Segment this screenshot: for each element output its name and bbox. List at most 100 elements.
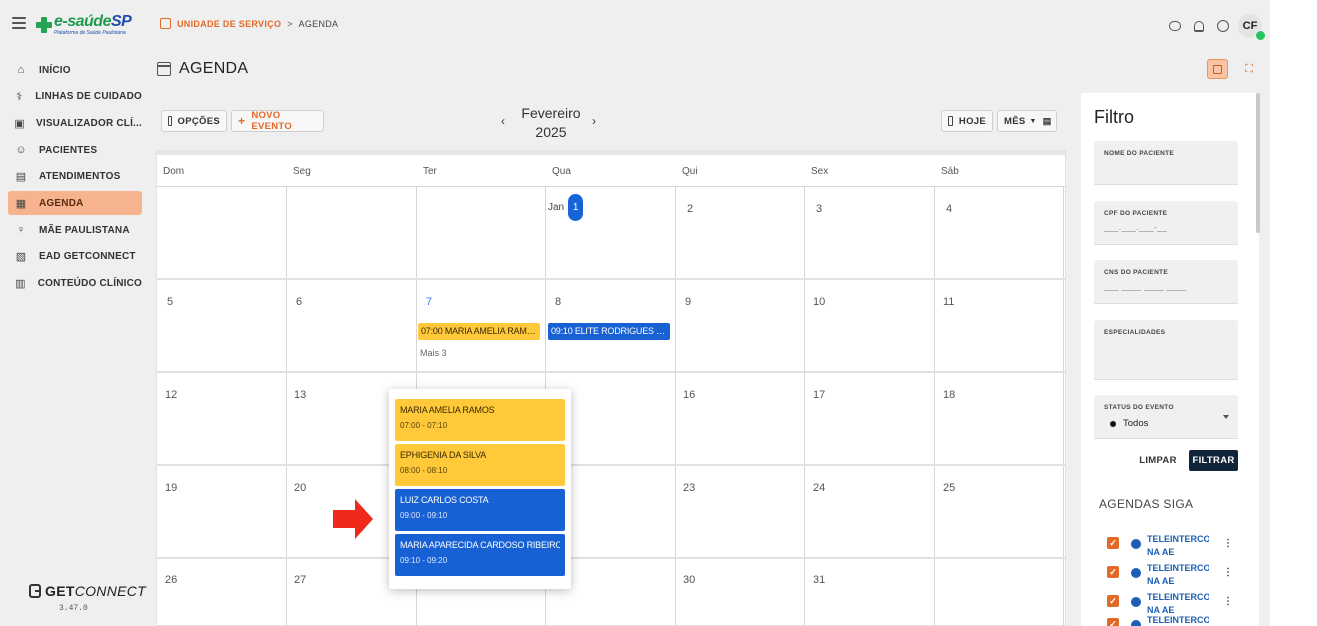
- sidebar-item-visualizador-clinico[interactable]: ▣ VISUALIZADOR CLÍ...: [8, 111, 142, 135]
- day-number[interactable]: 16: [683, 389, 695, 401]
- menu-icon[interactable]: [12, 17, 26, 31]
- today-button[interactable]: HOJE: [941, 110, 993, 132]
- checkbox-checked-icon[interactable]: ✓: [1107, 618, 1119, 626]
- education-icon: ▧: [15, 251, 27, 264]
- patients-icon: ☺: [15, 144, 27, 157]
- day-number[interactable]: 3: [816, 203, 822, 215]
- popup-event[interactable]: MARIA APARECIDA CARDOSO RIBEIRO 09:10 - …: [395, 534, 565, 576]
- day-number[interactable]: 12: [165, 389, 177, 401]
- today-marker[interactable]: Jan 1: [548, 194, 584, 221]
- agenda-item[interactable]: ✓ TELEINTERCO NA AE ⋮: [1107, 562, 1237, 590]
- day-number[interactable]: 20: [294, 482, 306, 494]
- chevron-left-icon[interactable]: ‹: [501, 114, 505, 128]
- day-number[interactable]: 27: [294, 574, 306, 586]
- more-vert-icon[interactable]: ⋮: [1223, 538, 1233, 549]
- sidebar-nav: ⌂ INÍCIO ⚕ LINHAS DE CUIDADO ▣ VISUALIZADOR…: [8, 58, 142, 298]
- specialties-field[interactable]: ESPECIALIDADES: [1094, 320, 1238, 380]
- breadcrumb-separator: >: [287, 18, 293, 29]
- day-number[interactable]: 24: [813, 482, 825, 494]
- patient-cns-field[interactable]: CNS DO PACIENTE ___ ____ ____ ____: [1094, 260, 1238, 304]
- weekday-label: Sáb: [941, 166, 959, 177]
- status-dot-icon: [1110, 420, 1116, 427]
- checkbox-checked-icon[interactable]: ✓: [1107, 537, 1119, 549]
- more-events-popup: MARIA AMELIA RAMOS 07:00 - 07:10 EPHIGEN…: [389, 389, 571, 589]
- day-number[interactable]: 23: [683, 482, 695, 494]
- day-number[interactable]: 31: [813, 574, 825, 586]
- more-events-link[interactable]: Mais 3: [420, 348, 447, 358]
- plus-icon: +: [238, 114, 246, 128]
- patient-cpf-field[interactable]: CPF DO PACIENTE ___.___.___-__: [1094, 201, 1238, 245]
- breadcrumb-current: AGENDA: [298, 18, 339, 29]
- day-number[interactable]: 18: [943, 389, 955, 401]
- checkbox-checked-icon[interactable]: ✓: [1107, 595, 1119, 607]
- weekday-label: Dom: [163, 166, 185, 177]
- day-number[interactable]: 2: [687, 203, 693, 215]
- day-number[interactable]: 25: [943, 482, 955, 494]
- expand-icon[interactable]: ⛶: [1242, 62, 1256, 76]
- bell-icon[interactable]: [1190, 17, 1208, 35]
- logo[interactable]: e-saúdeSP Plataforma de Saúde Paulistana: [36, 13, 136, 37]
- day-number[interactable]: 6: [296, 296, 302, 308]
- day-number[interactable]: 8: [555, 296, 561, 308]
- event-time: 07:00 - 07:10: [400, 421, 448, 430]
- mother-icon: ♀: [16, 224, 26, 237]
- today-day-number: 1: [568, 194, 584, 221]
- filter-button[interactable]: FILTRAR: [1189, 450, 1238, 471]
- clinical-content-icon: ▥: [15, 278, 26, 290]
- sidebar-item-inicio[interactable]: ⌂ INÍCIO: [8, 58, 142, 82]
- more-vert-icon[interactable]: ⋮: [1223, 567, 1233, 578]
- day-number[interactable]: 10: [813, 296, 825, 308]
- event-time: 08:00 - 08:10: [400, 466, 448, 475]
- day-number[interactable]: 13: [294, 389, 306, 401]
- sidebar-item-label: CONTEÚDO CLÍNICO: [37, 278, 142, 289]
- day-number[interactable]: 9: [685, 296, 691, 308]
- more-vert-icon[interactable]: ⋮: [1223, 596, 1233, 607]
- logo-cross-icon: [36, 17, 52, 33]
- popup-event[interactable]: EPHIGENIA DA SILVA 08:00 - 08:10: [395, 444, 565, 486]
- day-number[interactable]: 19: [165, 482, 177, 494]
- clear-button[interactable]: LIMPAR: [1137, 450, 1179, 470]
- sidebar-item-pacientes[interactable]: ☺ PACIENTES: [8, 138, 142, 162]
- filter-scrollbar[interactable]: [1256, 93, 1260, 233]
- brand-text: GETCONNECT: [45, 583, 147, 599]
- day-number[interactable]: 11: [943, 296, 954, 308]
- agenda-item[interactable]: ✓ TELEINTERCO: [1107, 614, 1237, 626]
- logo-subtitle: Plataforma de Saúde Paulistana: [54, 30, 126, 36]
- avatar[interactable]: CF: [1238, 14, 1266, 41]
- calendar-event[interactable]: 09:10 ELITE RODRIGUES DOS S...: [548, 323, 670, 340]
- sidebar-item-label: ATENDIMENTOS: [39, 171, 121, 183]
- calendar-view-toggle[interactable]: [1207, 59, 1228, 79]
- sidebar-item-mae-paulistana[interactable]: ♀ MÃE PAULISTANA: [8, 218, 142, 242]
- day-number[interactable]: 30: [683, 574, 695, 586]
- weekday-label: Sex: [811, 166, 829, 177]
- day-number[interactable]: 5: [167, 296, 173, 308]
- sidebar-item-linhas-de-cuidado[interactable]: ⚕ LINHAS DE CUIDADO: [8, 85, 142, 109]
- chat-icon[interactable]: [1166, 17, 1184, 35]
- day-number[interactable]: 7: [426, 296, 432, 308]
- sidebar-item-label: PACIENTES: [39, 144, 98, 156]
- event-status-select[interactable]: STATUS DO EVENTO Todos: [1094, 395, 1238, 439]
- calendar-event[interactable]: 07:00 MARIA AMELIA RAMOS: [418, 323, 540, 340]
- weekday-label: Qua: [552, 166, 571, 177]
- checkbox-checked-icon[interactable]: ✓: [1107, 566, 1119, 578]
- day-number[interactable]: 17: [813, 389, 825, 401]
- options-button[interactable]: OPÇÕES: [161, 110, 227, 132]
- sidebar-item-atendimentos[interactable]: ▤ ATENDIMENTOS: [8, 165, 142, 189]
- day-number[interactable]: 4: [946, 203, 952, 215]
- event-patient-name: MARIA AMELIA RAMOS: [400, 405, 495, 415]
- breadcrumb-service-unit[interactable]: UNIDADE DE SERVIÇO: [177, 19, 281, 29]
- agenda-item[interactable]: ✓ TELEINTERCO NA AE ⋮: [1107, 533, 1237, 561]
- day-number[interactable]: 26: [165, 574, 177, 586]
- calendar-icon: [1213, 64, 1222, 74]
- chevron-right-icon[interactable]: ›: [592, 114, 596, 128]
- popup-event[interactable]: MARIA AMELIA RAMOS 07:00 - 07:10: [395, 399, 565, 441]
- sidebar-item-conteudo-clinico[interactable]: ▥ CONTEÚDO CLÍNICO: [8, 272, 142, 296]
- help-icon[interactable]: [1214, 17, 1232, 35]
- event-time: 09:10 - 09:20: [400, 556, 448, 565]
- patient-name-field[interactable]: NOME DO PACIENTE: [1094, 141, 1238, 185]
- new-event-button[interactable]: + NOVO EVENTO: [231, 110, 324, 132]
- sidebar-item-agenda[interactable]: ▦ AGENDA: [8, 191, 142, 216]
- view-select[interactable]: MÊS ▼ ▤: [997, 110, 1057, 132]
- sidebar-item-ead-getconnect[interactable]: ▧ EAD GETCONNECT: [8, 245, 142, 269]
- popup-event[interactable]: LUIZ CARLOS COSTA 09:00 - 09:10: [395, 489, 565, 531]
